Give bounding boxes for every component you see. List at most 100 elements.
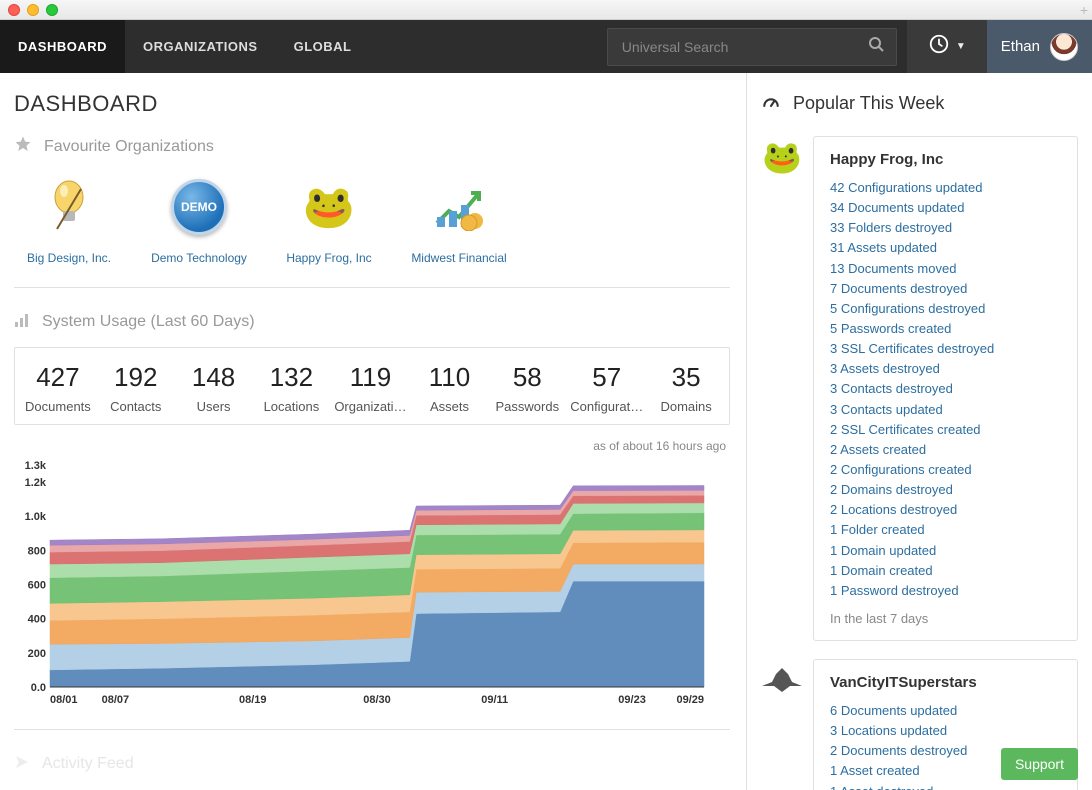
svg-text:200: 200 (28, 648, 46, 660)
popular-card-avatar-icon (762, 660, 802, 700)
search-box[interactable] (607, 28, 897, 66)
favourites-heading-text: Favourite Organizations (44, 138, 214, 156)
favourites-heading: Favourite Organizations (14, 135, 730, 158)
window-titlebar: + (0, 0, 1092, 20)
nav-dashboard[interactable]: DASHBOARD (0, 20, 125, 73)
favourite-org-icon: DEMO (164, 172, 234, 242)
svg-text:08/19: 08/19 (239, 694, 267, 706)
popular-activity-item[interactable]: 3 Assets destroyed (830, 359, 1061, 379)
usage-chart: 0.02004006008001.0k1.2k1.3k08/0108/0708/… (14, 459, 712, 709)
favourite-org[interactable]: 🐸 Happy Frog, Inc (274, 172, 384, 267)
popular-activity-item[interactable]: 1 Domain created (830, 561, 1061, 581)
popular-activity-item[interactable]: 1 Domain updated (830, 541, 1061, 561)
usage-heading: System Usage (Last 60 Days) (14, 312, 730, 333)
page-title: DASHBOARD (14, 91, 730, 117)
usage-stat: 132Locations (252, 362, 330, 414)
window-close-icon[interactable] (8, 4, 20, 16)
user-avatar-icon (1050, 33, 1078, 61)
recent-activity-dropdown[interactable]: ▼ (907, 20, 987, 73)
svg-text:09/23: 09/23 (618, 694, 646, 706)
usage-stat-value: 35 (651, 362, 721, 393)
search-icon[interactable] (868, 36, 884, 57)
usage-stat-label: Configurat… (570, 399, 643, 414)
favourite-org-label: Demo Technology (144, 250, 254, 267)
popular-activity-item[interactable]: 6 Documents updated (830, 701, 1061, 721)
popular-activity-item[interactable]: 2 Configurations created (830, 460, 1061, 480)
star-icon (14, 135, 32, 158)
popular-card-period: In the last 7 days (830, 611, 1061, 626)
gauge-icon (761, 91, 781, 116)
popular-activity-item[interactable]: 31 Assets updated (830, 238, 1061, 258)
usage-stat-label: Domains (651, 399, 721, 414)
bars-icon (14, 312, 30, 333)
activity-feed-text: Activity Feed (42, 755, 134, 773)
popular-activity-item[interactable]: 2 SSL Certificates created (830, 420, 1061, 440)
activity-feed-heading: Activity Feed (14, 754, 730, 775)
svg-text:08/01: 08/01 (50, 694, 78, 706)
svg-text:08/07: 08/07 (102, 694, 130, 706)
svg-text:09/29: 09/29 (676, 694, 704, 706)
popular-activity-item[interactable]: 2 Domains destroyed (830, 480, 1061, 500)
usage-asof: as of about 16 hours ago (18, 439, 726, 453)
usage-stat-value: 427 (23, 362, 93, 393)
popular-activity-item[interactable]: 42 Configurations updated (830, 178, 1061, 198)
favourite-org[interactable]: DEMO Demo Technology (144, 172, 254, 267)
favourite-org-label: Happy Frog, Inc (274, 250, 384, 267)
svg-text:1.0k: 1.0k (25, 511, 47, 523)
popular-activity-item[interactable]: 3 SSL Certificates destroyed (830, 339, 1061, 359)
search-input[interactable] (620, 38, 868, 56)
usage-stat: 192Contacts (97, 362, 175, 414)
window-zoom-icon[interactable] (46, 4, 58, 16)
popular-card-name[interactable]: Happy Frog, Inc (830, 151, 1061, 168)
main-content: DASHBOARD Favourite Organizations Big De… (0, 73, 746, 790)
usage-stat-label: Passwords (492, 399, 562, 414)
popular-activity-item[interactable]: 2 Assets created (830, 440, 1061, 460)
svg-text:1.3k: 1.3k (25, 460, 47, 472)
popular-cards: 🐸Happy Frog, Inc42 Configurations update… (761, 136, 1078, 790)
clock-icon (928, 33, 950, 60)
svg-text:08/30: 08/30 (363, 694, 391, 706)
popular-activity-item[interactable]: 33 Folders destroyed (830, 218, 1061, 238)
window-minimize-icon[interactable] (27, 4, 39, 16)
nav-organizations[interactable]: ORGANIZATIONS (125, 20, 276, 73)
usage-stat-value: 57 (570, 362, 643, 393)
popular-card: 🐸Happy Frog, Inc42 Configurations update… (813, 136, 1078, 641)
usage-stat: 110Assets (411, 362, 489, 414)
favourites-row: Big Design, Inc. DEMO Demo Technology 🐸 Happ… (14, 172, 730, 267)
popular-activity-item[interactable]: 3 Contacts destroyed (830, 379, 1061, 399)
new-tab-icon[interactable]: + (1080, 2, 1088, 18)
popular-activity-item[interactable]: 3 Locations updated (830, 721, 1061, 741)
popular-activity-item[interactable]: 1 Folder created (830, 520, 1061, 540)
popular-activity-item[interactable]: 1 Password destroyed (830, 581, 1061, 601)
top-nav: DASHBOARD ORGANIZATIONS GLOBAL ▼ Ethan (0, 20, 1092, 73)
usage-stat: 148Users (175, 362, 253, 414)
user-name-label: Ethan (1001, 38, 1040, 55)
favourite-org-icon: 🐸 (294, 172, 364, 242)
popular-activity-item[interactable]: 5 Configurations destroyed (830, 299, 1061, 319)
side-panel: Popular This Week 🐸Happy Frog, Inc42 Con… (746, 73, 1092, 790)
usage-stat-label: Users (179, 399, 249, 414)
popular-card-name[interactable]: VanCityITSuperstars (830, 674, 1061, 691)
favourite-org[interactable]: Midwest Financial (404, 172, 514, 267)
popular-activity-item[interactable]: 2 Locations destroyed (830, 500, 1061, 520)
chevron-down-icon: ▼ (956, 41, 966, 52)
popular-activity-item[interactable]: 34 Documents updated (830, 198, 1061, 218)
nav-global[interactable]: GLOBAL (276, 20, 370, 73)
usage-stat-label: Organizati… (334, 399, 406, 414)
usage-stat: 35 Domains (647, 362, 725, 414)
favourite-org[interactable]: Big Design, Inc. (14, 172, 124, 267)
popular-activity-item[interactable]: 5 Passwords created (830, 319, 1061, 339)
support-button[interactable]: Support (1001, 748, 1078, 780)
divider (14, 729, 730, 730)
usage-stat-label: Documents (23, 399, 93, 414)
popular-activity-item[interactable]: 1 Asset destroyed (830, 782, 1061, 790)
popular-activity-item[interactable]: 3 Contacts updated (830, 400, 1061, 420)
popular-activity-item[interactable]: 13 Documents moved (830, 259, 1061, 279)
usage-stat: 427 Documents (19, 362, 97, 414)
divider (14, 287, 730, 288)
popular-activity-item[interactable]: 7 Documents destroyed (830, 279, 1061, 299)
usage-stat-label: Contacts (101, 399, 171, 414)
usage-stat: 119Organizati… (330, 362, 410, 414)
user-menu[interactable]: Ethan (987, 20, 1092, 73)
favourite-org-icon (424, 172, 494, 242)
